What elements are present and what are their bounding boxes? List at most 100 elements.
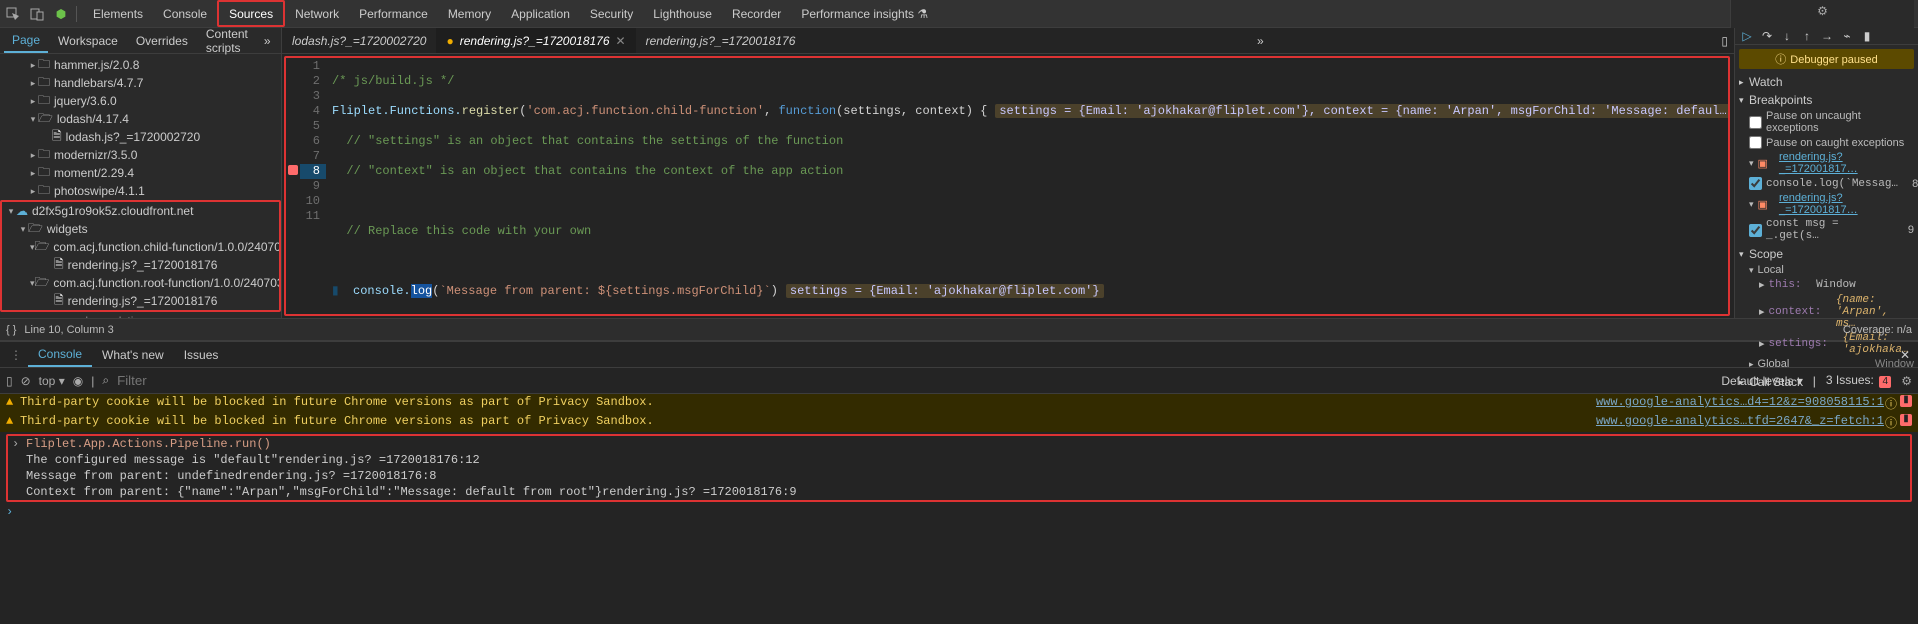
node-icon[interactable]: ⬢	[52, 5, 70, 23]
resume-icon[interactable]: ▷	[1739, 28, 1755, 44]
drawer-menu-icon[interactable]: ⋮	[4, 348, 28, 362]
console-warning-row: ▲ Third-party cookie will be blocked in …	[0, 394, 1918, 413]
tree-folder[interactable]: ▸🗀photoswipe/4.1.1	[0, 182, 281, 200]
bp-file-group[interactable]: ▾▣ rendering.js?_=172001817…	[1749, 191, 1914, 217]
console-source-link[interactable]: rendering.js? =1720018176:9	[602, 485, 796, 499]
bp-entry[interactable]: const msg = _.get(s… 9	[1749, 217, 1914, 243]
side-panel-toggle-icon[interactable]: ▯	[1715, 34, 1734, 48]
tab-network[interactable]: Network	[285, 0, 349, 27]
cloud-icon: ☁	[16, 204, 28, 218]
pretty-print-icon[interactable]: { }	[6, 324, 16, 336]
tab-memory[interactable]: Memory	[438, 0, 501, 27]
tab-lighthouse[interactable]: Lighthouse	[643, 0, 722, 27]
issue-flag-icon[interactable]: ▮	[1900, 395, 1912, 407]
tab-elements[interactable]: Elements	[83, 0, 153, 27]
editor-tab[interactable]: rendering.js?_=1720018176	[636, 28, 806, 53]
cloud-icon: ☁	[14, 314, 26, 318]
drawer-close-icon[interactable]: ✕	[1892, 348, 1918, 362]
console-source-link[interactable]: www.google-analytics…d4=12&z=908058115:1	[1588, 395, 1884, 409]
tab-console[interactable]: Console	[153, 0, 217, 27]
step-into-icon[interactable]: ↓	[1779, 28, 1795, 44]
bp-entry[interactable]: console.log(`Messag… 8	[1749, 176, 1914, 191]
code-content[interactable]: /* js/build.js */ Fliplet.Functions.regi…	[326, 58, 1728, 314]
debugger-toolbar: ▷ ↷ ↓ ↑ → ⌁ ▮	[1735, 28, 1918, 45]
tree-origin[interactable]: ▾☁d2fx5g1ro9ok5z.cloudfront.net	[2, 202, 279, 220]
device-toolbar-icon[interactable]	[28, 5, 46, 23]
step-over-icon[interactable]: ↷	[1759, 28, 1775, 44]
bp-file-badge-icon: ▣	[1758, 198, 1768, 211]
debugger-panel: ▷ ↷ ↓ ↑ → ⌁ ▮ ⓘDebugger paused ▸Watch ▾B…	[1734, 28, 1918, 318]
console-sidebar-toggle-icon[interactable]: ▯	[6, 374, 13, 388]
settings-gear-icon[interactable]: ⚙	[1814, 2, 1832, 20]
tree-folder[interactable]: ▸🗀moment/2.29.4	[0, 164, 281, 182]
drawer-tab-console[interactable]: Console	[28, 342, 92, 367]
section-watch[interactable]: ▸Watch	[1735, 73, 1918, 91]
tree-folder[interactable]: ▾🗁widgets	[2, 220, 279, 238]
context-selector[interactable]: top ▾	[39, 374, 65, 388]
drawer-tab-whatsnew[interactable]: What's new	[92, 342, 174, 367]
step-icon[interactable]: →	[1819, 28, 1835, 44]
editor-panel: lodash.js?_=1720002720 ●rendering.js?_=1…	[282, 28, 1734, 318]
tree-folder[interactable]: ▸🗀jquery/3.6.0	[0, 92, 281, 110]
tab-sources[interactable]: Sources	[217, 0, 285, 27]
tab-perf-insights[interactable]: Performance insights ⚗	[791, 0, 938, 27]
step-out-icon[interactable]: ↑	[1799, 28, 1815, 44]
nav-tab-workspace[interactable]: Workspace	[50, 28, 126, 53]
tree-file[interactable]: 🗎rendering.js?_=1720018176	[2, 292, 279, 310]
tree-folder[interactable]: ▸🗀hammer.js/2.0.8	[0, 56, 281, 74]
pause-exceptions-icon[interactable]: ▮	[1859, 28, 1875, 44]
nav-tab-content-scripts[interactable]: Content scripts	[198, 28, 256, 53]
nav-tabs-more-icon[interactable]: »	[258, 34, 277, 48]
console-warning-row: ▲ Third-party cookie will be blocked in …	[0, 413, 1918, 432]
section-breakpoints[interactable]: ▾Breakpoints	[1735, 91, 1918, 109]
file-icon: 🗎	[54, 256, 64, 274]
editor-tab[interactable]: lodash.js?_=1720002720	[282, 28, 436, 53]
tree-file[interactable]: 🗎lodash.js?_=1720002720	[0, 128, 281, 146]
live-expression-icon[interactable]: ◉	[73, 374, 83, 388]
drawer-tab-issues[interactable]: Issues	[174, 342, 229, 367]
nav-tab-overrides[interactable]: Overrides	[128, 28, 196, 53]
tree-folder[interactable]: ▾🗁com.acj.function.child-function/1.0.0/…	[2, 238, 279, 256]
editor-tabs-more-icon[interactable]: »	[1251, 34, 1270, 48]
section-scope[interactable]: ▾Scope	[1735, 245, 1918, 263]
tree-file[interactable]: 🗎rendering.js?_=1720018176	[2, 256, 279, 274]
tree-origin[interactable]: ▸☁www.google-analytics.com	[0, 312, 281, 318]
console-source-link[interactable]: rendering.js? =1720018176:12	[278, 453, 480, 467]
tab-performance[interactable]: Performance	[349, 0, 438, 27]
clear-console-icon[interactable]: ⊘	[21, 374, 31, 388]
drawer-tabs: ⋮ Console What's new Issues ✕	[0, 342, 1918, 368]
chk-pause-caught[interactable]: Pause on caught exceptions	[1749, 135, 1914, 150]
bp-file-group[interactable]: ▾▣ rendering.js?_=172001817…	[1749, 150, 1914, 176]
tab-security[interactable]: Security	[580, 0, 643, 27]
console-filter-input[interactable]	[117, 373, 237, 388]
bp-file-badge-icon: ▣	[1758, 157, 1768, 170]
tab-recorder[interactable]: Recorder	[722, 0, 791, 27]
tree-folder[interactable]: ▾🗁lodash/4.17.4	[0, 110, 281, 128]
inspect-element-icon[interactable]	[4, 5, 22, 23]
chk-pause-uncaught[interactable]: Pause on uncaught exceptions	[1749, 109, 1914, 135]
log-levels-selector[interactable]: Default levels ▾	[1721, 374, 1802, 388]
issue-flag-icon[interactable]: ▮	[1900, 414, 1912, 426]
code-editor[interactable]: 1234567891011 /* js/build.js */ Fliplet.…	[284, 56, 1730, 316]
editor-tab-active[interactable]: ●rendering.js?_=1720018176✕	[436, 28, 635, 53]
tree-folder[interactable]: ▸🗀handlebars/4.7.7	[0, 74, 281, 92]
close-tab-icon[interactable]: ✕	[616, 34, 626, 48]
nav-tab-page[interactable]: Page	[4, 28, 48, 53]
issues-link[interactable]: 3 Issues: 4	[1826, 373, 1891, 388]
tree-folder[interactable]: ▸🗀modernizr/3.5.0	[0, 146, 281, 164]
learn-more-icon[interactable]: ⓘ	[1884, 414, 1898, 431]
tab-application[interactable]: Application	[501, 0, 580, 27]
console-prompt[interactable]: ›	[0, 504, 1918, 520]
console-toolbar: ▯ ⊘ top ▾ ◉ | ⌕ Default levels ▾ | 3 Iss…	[0, 368, 1918, 394]
learn-more-icon[interactable]: ⓘ	[1884, 395, 1898, 412]
folder-icon: 🗀	[38, 182, 50, 200]
console-source-link[interactable]: www.google-analytics…tfd=2647&_z=fetch:1	[1588, 414, 1884, 428]
console-settings-gear-icon[interactable]: ⚙	[1901, 374, 1912, 388]
breakpoint-marker-icon[interactable]	[288, 165, 298, 175]
deactivate-bp-icon[interactable]: ⌁	[1839, 28, 1855, 44]
line-gutter[interactable]: 1234567891011	[300, 58, 326, 314]
drawer: ⋮ Console What's new Issues ✕ ▯ ⊘ top ▾ …	[0, 340, 1918, 624]
console-source-link[interactable]: rendering.js? =1720018176:8	[242, 469, 436, 483]
tree-folder[interactable]: ▾🗁com.acj.function.root-function/1.0.0/2…	[2, 274, 279, 292]
scope-local[interactable]: ▾Local	[1749, 263, 1914, 277]
